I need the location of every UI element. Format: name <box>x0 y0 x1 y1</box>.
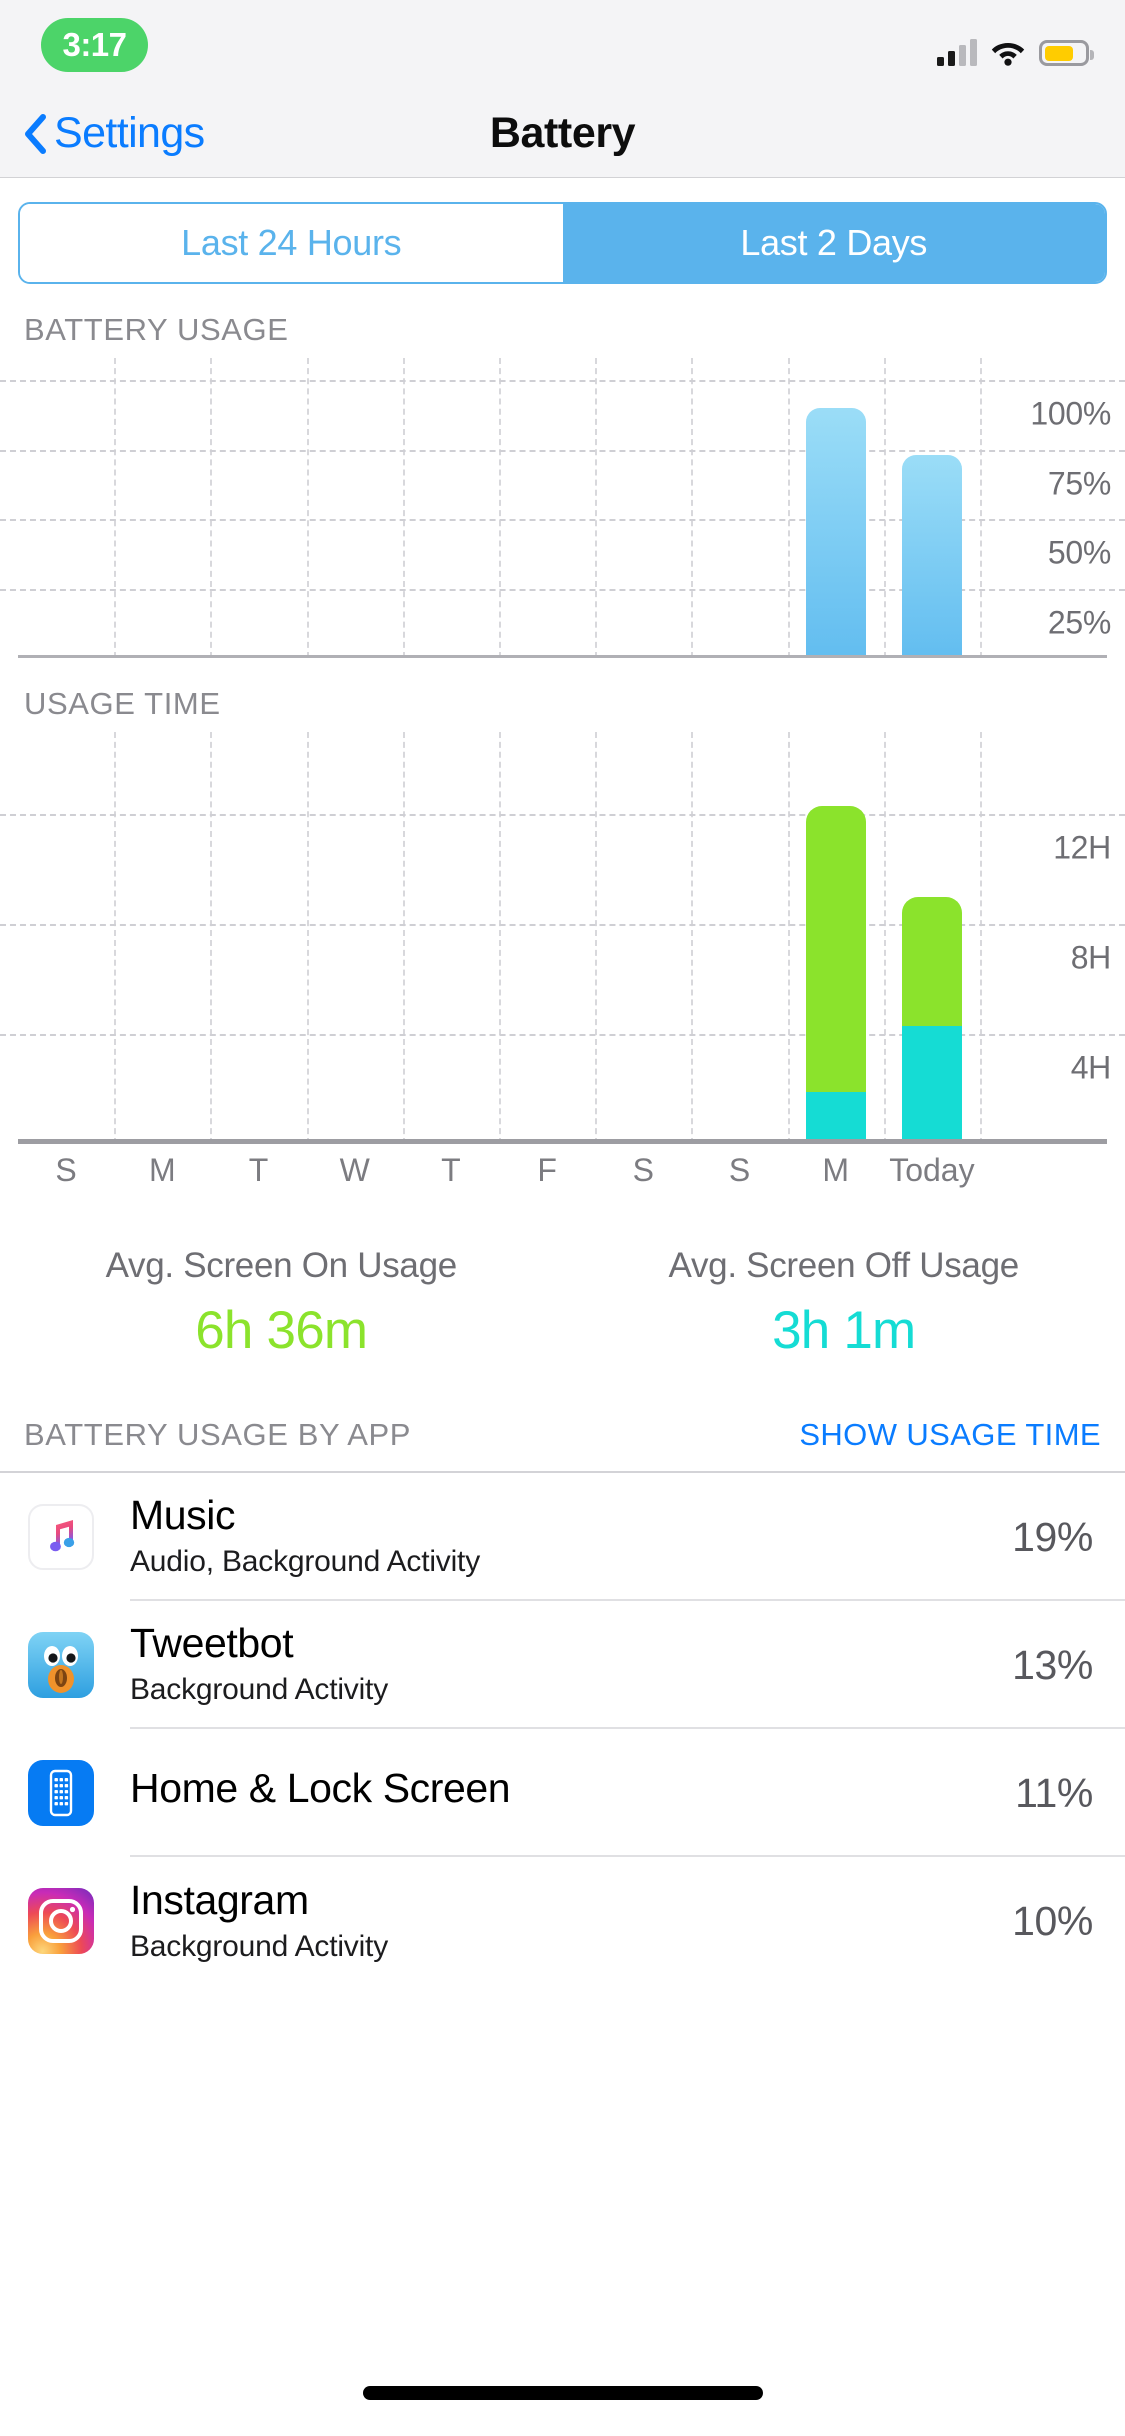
charts-section: BATTERY USAGE 100% 75% 50% 25% USAGE TIME 1… <box>0 284 1125 1206</box>
avg-screen-on-value: 6h 36m <box>195 1301 368 1360</box>
chart-bar <box>902 896 962 1144</box>
table-row[interactable]: Home & Lock Screen 11% <box>0 1729 1125 1857</box>
avg-screen-off: Avg. Screen Off Usage 3h 1m <box>563 1246 1125 1361</box>
app-row-body: Music Audio, Background Activity <box>130 1473 1125 1601</box>
app-battery-percent: 10% <box>1012 1897 1093 1944</box>
battery-usage-label: BATTERY USAGE <box>24 312 289 347</box>
time-range-segmented-control[interactable]: Last 24 Hours Last 2 Days <box>18 202 1107 284</box>
app-subtitle: Background Activity <box>130 1929 388 1963</box>
y-axis-tick-label: 12H <box>1053 829 1111 866</box>
battery-chart-baseline <box>18 655 1107 658</box>
usage-time-chart: 12H 8H 4H <box>0 732 1125 1144</box>
y-axis-tick-label: 25% <box>1047 604 1111 641</box>
app-row-body: Tweetbot Background Activity <box>130 1601 1125 1729</box>
app-list-title: BATTERY USAGE BY APP <box>24 1417 412 1452</box>
battery-chart-bars <box>0 358 1125 658</box>
y-axis-tick-label: 4H <box>1070 1049 1112 1086</box>
app-row-body: Instagram Background Activity <box>130 1857 1125 1985</box>
averages-section: Avg. Screen On Usage 6h 36m Avg. Screen … <box>0 1206 1125 1407</box>
navigation-bar: Settings Battery <box>0 90 1125 178</box>
segmented-control-container: Last 24 Hours Last 2 Days <box>0 178 1125 284</box>
chart-bar-segment <box>902 896 962 1026</box>
x-axis-tick-label: S <box>55 1152 77 1188</box>
avg-screen-off-value: 3h 1m <box>772 1301 916 1360</box>
wifi-icon <box>991 40 1025 66</box>
usage-chart-bars <box>0 732 1125 1144</box>
cellular-bars-icon <box>937 38 977 66</box>
app-subtitle: Background Activity <box>130 1672 388 1706</box>
chart-bar-fill <box>902 455 962 658</box>
status-bar: 3:17 <box>0 0 1125 90</box>
app-battery-percent: 13% <box>1012 1641 1093 1688</box>
tab-last-2-days[interactable]: Last 2 Days <box>562 204 1105 282</box>
chart-bar-segment <box>902 1025 962 1144</box>
avg-screen-on-label: Avg. Screen On Usage <box>105 1246 458 1285</box>
x-axis-tick-label: M <box>148 1152 176 1188</box>
x-axis-tick-label: S <box>632 1152 654 1188</box>
x-axis-tick-label: W <box>339 1152 370 1188</box>
x-axis-tick-label: T <box>441 1152 461 1188</box>
battery-usage-chart: 100% 75% 50% 25% <box>0 358 1125 658</box>
table-row[interactable]: Tweetbot Background Activity 13% <box>0 1601 1125 1729</box>
show-usage-time-button[interactable]: SHOW USAGE TIME <box>799 1417 1101 1453</box>
app-row-body: Home & Lock Screen <box>130 1729 1125 1857</box>
app-battery-percent: 11% <box>1015 1769 1093 1816</box>
app-name: Instagram <box>130 1877 309 1924</box>
home-lock-screen-icon <box>28 1760 94 1826</box>
avg-screen-on: Avg. Screen On Usage 6h 36m <box>0 1246 563 1361</box>
tweetbot-app-icon <box>28 1632 94 1698</box>
app-subtitle: Audio, Background Activity <box>130 1544 480 1578</box>
x-axis-tick-label: Today <box>889 1152 975 1188</box>
battery-icon <box>1039 40 1094 66</box>
app-name: Music <box>130 1492 236 1539</box>
chart-bar <box>902 455 962 658</box>
x-axis-tick-label: F <box>537 1152 557 1188</box>
x-axis-tick-label: T <box>248 1152 269 1188</box>
home-indicator <box>362 2386 763 2400</box>
table-row[interactable]: Instagram Background Activity 10% <box>0 1857 1125 1985</box>
y-axis-tick-label: 8H <box>1070 939 1112 976</box>
app-battery-percent: 19% <box>1012 1513 1093 1560</box>
status-time-pill: 3:17 <box>41 18 148 72</box>
x-axis-tick-label: M <box>822 1152 850 1188</box>
app-name: Tweetbot <box>130 1620 294 1667</box>
y-axis-tick-label: 75% <box>1047 465 1111 502</box>
chart-bar-segment <box>805 806 866 1092</box>
y-axis-tick-label: 100% <box>1030 395 1111 432</box>
status-indicators <box>937 26 1094 66</box>
tab-last-24-hours[interactable]: Last 24 Hours <box>20 204 563 282</box>
music-app-icon <box>28 1504 94 1570</box>
chart-bar <box>805 408 866 658</box>
usage-time-label: USAGE TIME <box>24 686 221 721</box>
app-list-header: BATTERY USAGE BY APP SHOW USAGE TIME <box>0 1407 1125 1471</box>
chart-x-axis: S M T W T F S S M Today <box>0 1144 1125 1206</box>
avg-screen-off-label: Avg. Screen Off Usage <box>668 1246 1020 1285</box>
page-title: Battery <box>489 109 636 157</box>
chart-bar-fill <box>805 408 866 658</box>
instagram-app-icon <box>28 1888 94 1954</box>
chart-bar <box>805 806 866 1144</box>
chart-bar-segment <box>805 1091 866 1144</box>
table-row[interactable]: Music Audio, Background Activity 19% <box>0 1473 1125 1601</box>
app-list: Music Audio, Background Activity 19% Twe… <box>0 1473 1125 1985</box>
y-axis-tick-label: 50% <box>1047 534 1111 571</box>
x-axis-tick-label: S <box>728 1152 751 1188</box>
app-name: Home & Lock Screen <box>130 1765 511 1812</box>
